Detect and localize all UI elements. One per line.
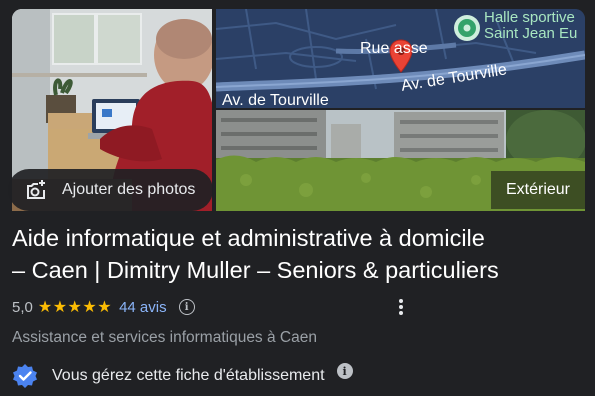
manage-listing-text: Vous gérez cette fiche d'établissement xyxy=(52,367,325,384)
map-street-label-top: Rue asse xyxy=(360,40,428,57)
rating-row: 5,0 ★★★★★ 44 avis i xyxy=(12,296,195,318)
camera-add-icon xyxy=(27,180,45,199)
map-poi-line2: Saint Jean Eu xyxy=(484,25,578,42)
info-icon[interactable]: i xyxy=(178,299,195,315)
add-photos-button[interactable]: Ajouter des photos xyxy=(8,169,213,211)
exterior-photo-label[interactable]: Extérieur xyxy=(491,171,585,209)
add-photos-label: Ajouter des photos xyxy=(62,181,196,198)
business-title: Aide informatique et administrative à do… xyxy=(12,222,592,286)
map-poi-label: Halle sportive Saint Jean Eu xyxy=(484,10,577,42)
map-street-label-left: Av. de Tourville xyxy=(222,92,329,109)
map-poi-line1: Halle sportive xyxy=(484,9,575,26)
business-title-line2: – Caen | Dimitry Muller – Seniors & part… xyxy=(12,257,499,283)
poi-icon xyxy=(454,15,480,41)
verified-badge-icon xyxy=(13,364,37,388)
star-rating-icon: ★★★★★ xyxy=(37,299,113,316)
more-vert-icon[interactable] xyxy=(392,296,410,318)
business-title-line1: Aide informatique et administrative à do… xyxy=(12,225,485,251)
manage-listing-row: Vous gérez cette fiche d'établissement i xyxy=(12,363,353,389)
rating-value: 5,0 xyxy=(12,298,33,316)
business-category: Assistance et services informatiques à C… xyxy=(12,329,317,346)
info-icon[interactable]: i xyxy=(336,363,353,379)
reviews-link[interactable]: 44 avis xyxy=(119,299,167,316)
